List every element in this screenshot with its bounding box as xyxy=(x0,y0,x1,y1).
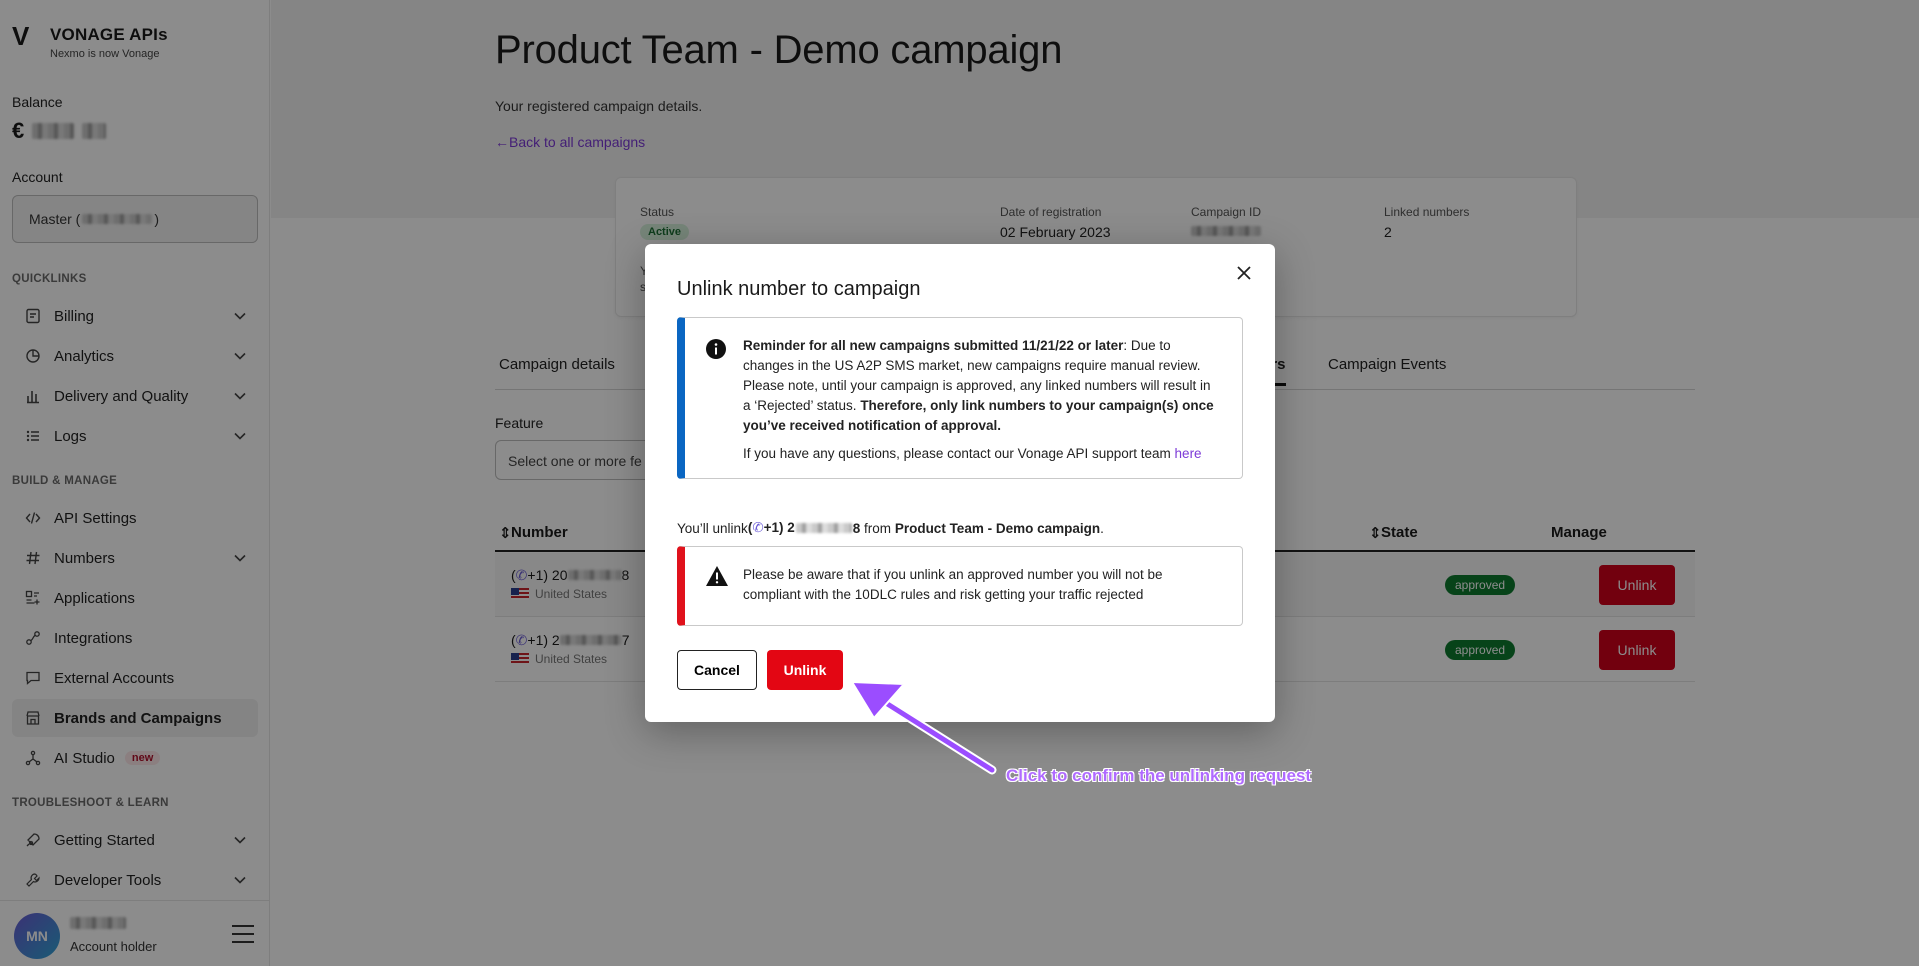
annotation-text: Click to confirm the unlinking request xyxy=(1006,766,1312,785)
info-text: Reminder for all new campaigns submitted… xyxy=(743,338,1214,461)
dialog-title: Unlink number to campaign xyxy=(677,278,921,300)
annotation-arrow-icon xyxy=(851,681,997,775)
phone-icon: ✆ xyxy=(752,520,764,535)
info-icon xyxy=(705,338,727,360)
warning-callout: Please be aware that if you unlink an ap… xyxy=(677,546,1243,626)
redacted-digits xyxy=(795,523,852,533)
warning-icon xyxy=(705,565,728,587)
support-link[interactable]: here xyxy=(1175,446,1202,461)
info-callout: Reminder for all new campaigns submitted… xyxy=(677,317,1243,479)
unlink-summary: You’ll unlink (✆+1) 2 8 from Product Tea… xyxy=(677,520,1104,536)
close-icon[interactable] xyxy=(1231,260,1257,286)
cancel-button[interactable]: Cancel xyxy=(677,650,757,690)
campaign-name: Product Team - Demo campaign xyxy=(894,520,1101,536)
confirm-unlink-button[interactable]: Unlink xyxy=(767,650,843,690)
unlink-dialog: Unlink number to campaign Reminder for a… xyxy=(645,244,1275,722)
warning-text: Please be aware that if you unlink an ap… xyxy=(743,567,1163,602)
